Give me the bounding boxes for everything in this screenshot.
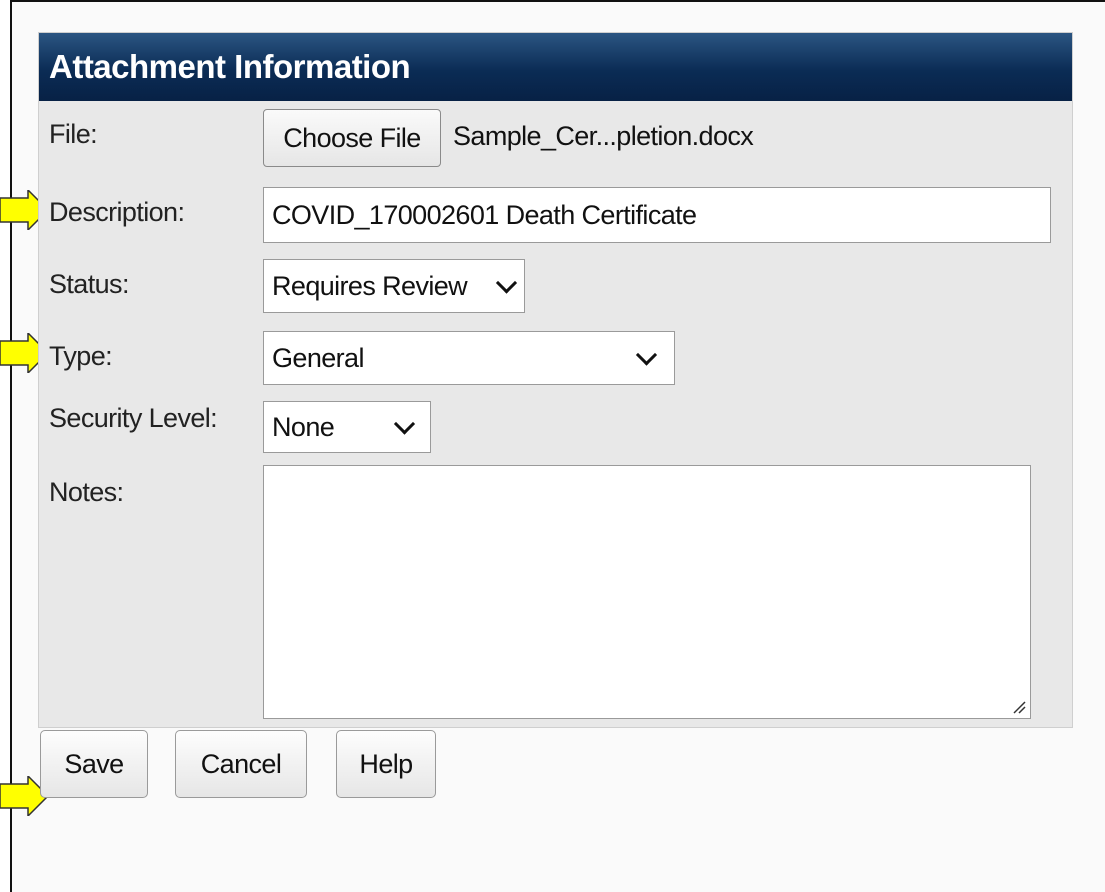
panel-title: Attachment Information <box>39 33 1072 101</box>
selected-file-name: Sample_Cer...pletion.docx <box>453 121 754 151</box>
security-level-select[interactable]: None <box>263 401 431 453</box>
chevron-down-icon <box>495 272 518 294</box>
attachment-panel: Attachment Information File: Choose File… <box>38 32 1073 728</box>
resize-grip-icon[interactable] <box>1012 700 1026 714</box>
status-select-value: Requires Review <box>272 271 468 301</box>
help-button[interactable]: Help <box>336 730 436 798</box>
status-select[interactable]: Requires Review <box>263 259 525 313</box>
description-label: Description: <box>49 197 185 227</box>
notes-label: Notes: <box>49 477 124 507</box>
status-label: Status: <box>49 269 129 299</box>
save-button[interactable]: Save <box>40 730 148 798</box>
type-select-value: General <box>272 343 364 373</box>
notes-textarea[interactable] <box>263 465 1031 719</box>
security-level-select-value: None <box>272 412 335 442</box>
chevron-down-icon <box>393 413 416 435</box>
choose-file-button[interactable]: Choose File <box>263 109 441 167</box>
cancel-button[interactable]: Cancel <box>175 730 307 798</box>
file-label: File: <box>49 119 98 149</box>
type-label: Type: <box>49 341 113 371</box>
type-select[interactable]: General <box>263 331 675 385</box>
chevron-down-icon <box>635 344 658 366</box>
description-input[interactable]: COVID_170002601 Death Certificate <box>263 187 1051 243</box>
security-level-label: Security Level: <box>49 403 218 433</box>
